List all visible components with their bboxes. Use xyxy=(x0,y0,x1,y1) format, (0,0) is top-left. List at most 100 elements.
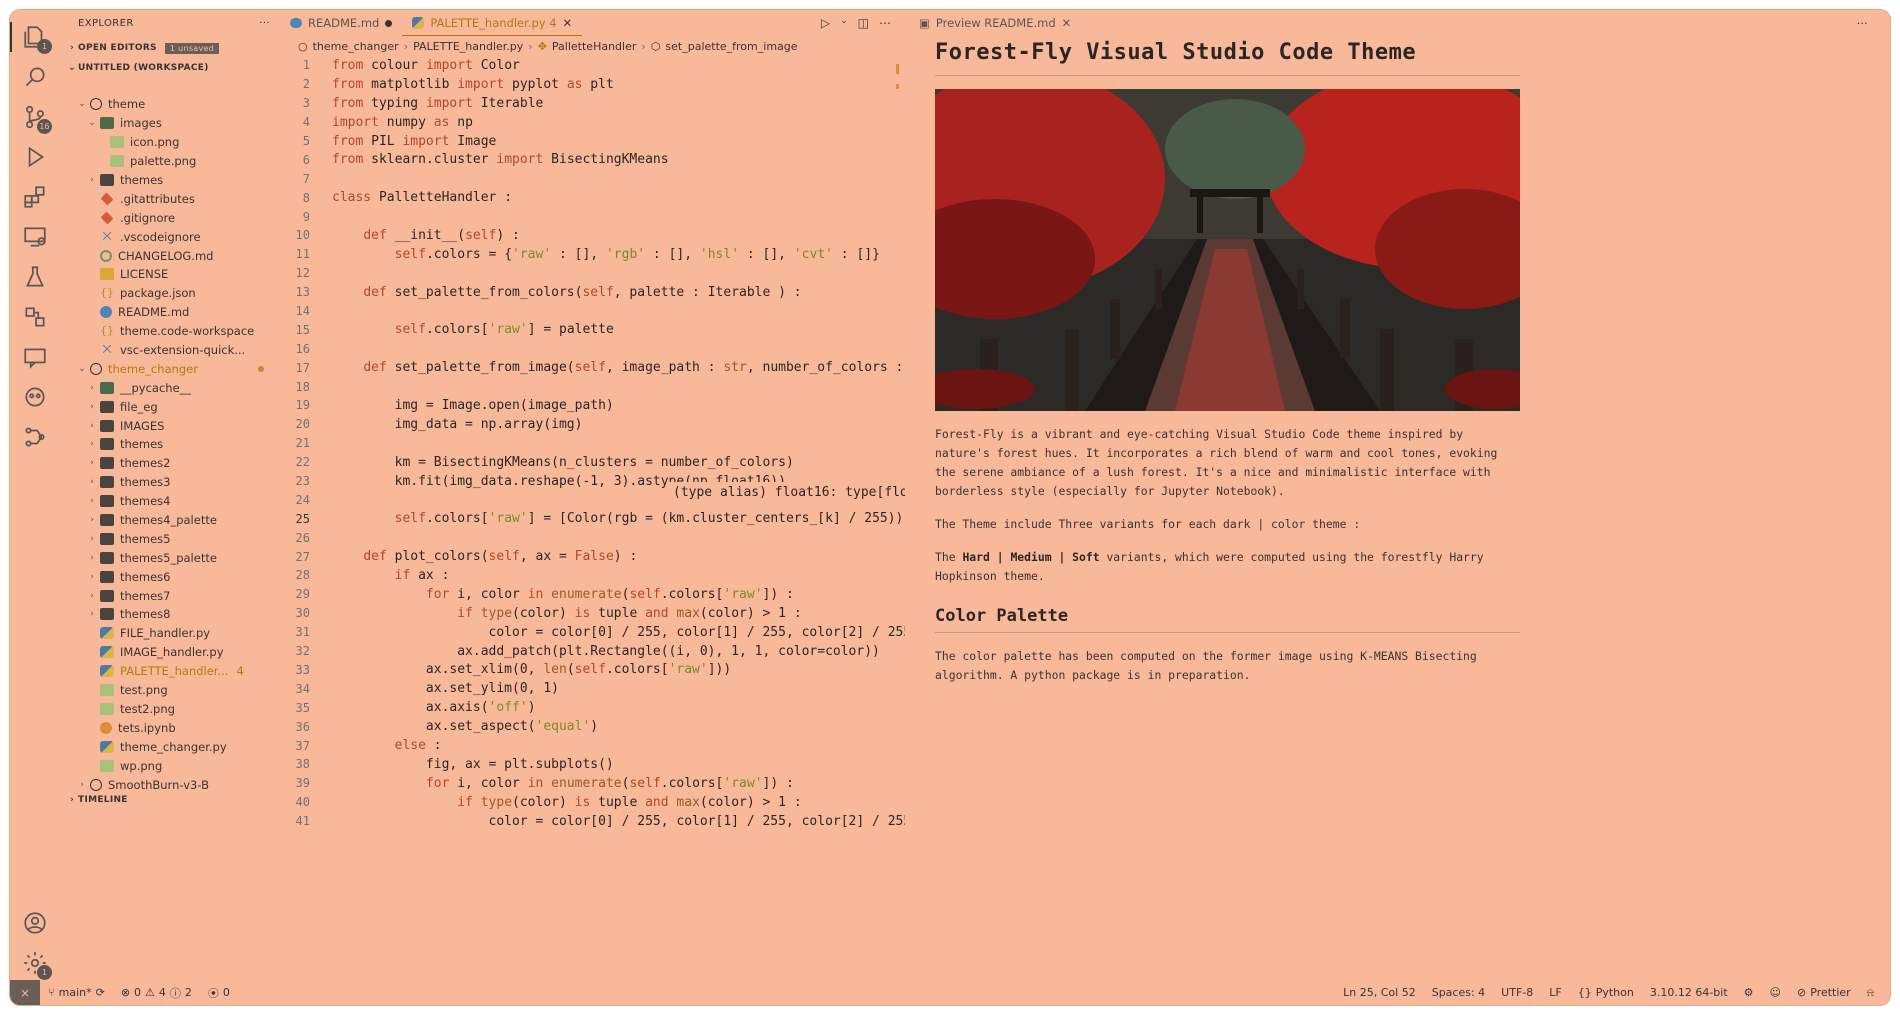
tree-item[interactable]: LICENSE xyxy=(60,265,280,284)
split-editor-icon[interactable]: ◫ xyxy=(858,16,869,30)
code-line[interactable]: 10 def __init__(self) : xyxy=(280,226,905,245)
chevron-right-icon[interactable]: › xyxy=(86,534,98,544)
more-actions-icon[interactable]: ⋯ xyxy=(1857,16,1891,30)
tree-item[interactable]: › themes4 xyxy=(60,492,280,511)
cursor-position[interactable]: Ln 25, Col 52 xyxy=(1335,986,1424,999)
code-line[interactable]: 11 self.colors = {'raw' : [], 'rgb' : []… xyxy=(280,245,905,264)
branch-status[interactable]: ⑂ main* ⟳ xyxy=(40,986,113,999)
interpreter-status[interactable]: 3.10.12 64-bit xyxy=(1642,986,1736,999)
chevron-down-icon[interactable]: ⌄ xyxy=(76,99,88,109)
chevron-right-icon[interactable]: › xyxy=(86,609,98,619)
tree-item[interactable]: › themes3 xyxy=(60,473,280,492)
more-actions-icon[interactable]: ⋯ xyxy=(879,16,891,30)
code-line[interactable]: 21 xyxy=(280,434,905,453)
close-icon[interactable]: ✕ xyxy=(1062,16,1072,30)
breadcrumb-item[interactable]: PalletteHandler xyxy=(552,40,636,53)
chevron-right-icon[interactable]: › xyxy=(86,175,98,185)
code-line[interactable]: 13 def set_palette_from_colors(self, pal… xyxy=(280,283,905,302)
chevron-right-icon[interactable]: › xyxy=(86,458,98,468)
tree-item[interactable]: IMAGE_handler.py xyxy=(60,643,280,662)
code-line[interactable]: 8 class PalletteHandler : xyxy=(280,188,905,207)
code-line[interactable]: 25 self.colors['raw'] = [Color(rgb = (km… xyxy=(280,509,905,528)
copilot-icon[interactable] xyxy=(20,382,50,412)
tab-readme[interactable]: README.md xyxy=(280,10,402,36)
testing-icon[interactable] xyxy=(20,262,50,292)
code-line[interactable]: 30 if type(color) is tuple and max(color… xyxy=(280,604,905,623)
code-line[interactable]: 40 if type(color) is tuple and max(color… xyxy=(280,793,905,812)
code-line[interactable]: 12 xyxy=(280,264,905,283)
chevron-down-icon[interactable]: ⌄ xyxy=(86,118,98,128)
tree-item[interactable]: › themes8 xyxy=(60,605,280,624)
prettier-status[interactable]: ⊘ Prettier xyxy=(1789,986,1859,999)
tree-item[interactable]: › themes7 xyxy=(60,586,280,605)
code-line[interactable]: 17 def set_palette_from_image(self, imag… xyxy=(280,358,905,377)
containers-icon[interactable] xyxy=(20,302,50,332)
code-line[interactable]: 14 xyxy=(280,302,905,321)
open-editors-section[interactable]: › OPEN EDITORS 1 unsaved xyxy=(60,38,280,58)
account-icon[interactable] xyxy=(20,908,50,938)
tree-item[interactable]: ⨉ .vscodeignore xyxy=(60,227,280,246)
tab-preview-readme[interactable]: ▣ Preview README.md ✕ xyxy=(913,16,1077,30)
tree-item[interactable]: tets.ipynb xyxy=(60,718,280,737)
tree-item[interactable]: › themes5 xyxy=(60,529,280,548)
code-editor[interactable]: 1 from colour import Color 2 from matplotli… xyxy=(280,56,905,980)
code-line[interactable]: 3 from typing import Iterable xyxy=(280,94,905,113)
git-graph-icon[interactable] xyxy=(20,422,50,452)
tree-item[interactable]: {} package.json xyxy=(60,284,280,303)
chevron-down-icon[interactable]: ⌄ xyxy=(840,16,848,30)
code-line[interactable]: 34 ax.set_ylim(0, 1) xyxy=(280,679,905,698)
chevron-right-icon[interactable]: › xyxy=(86,553,98,563)
code-line[interactable]: 2 from matplotlib import pyplot as plt xyxy=(280,75,905,94)
tree-item[interactable]: › __pycache__ xyxy=(60,378,280,397)
tree-item[interactable]: test.png xyxy=(60,681,280,700)
tree-item[interactable]: › IMAGES xyxy=(60,416,280,435)
search-icon[interactable] xyxy=(20,62,50,92)
chevron-right-icon[interactable]: › xyxy=(86,591,98,601)
problems-status[interactable]: ⊗ 0 ⚠ 4 ⓘ 2 xyxy=(113,985,200,1001)
code-line[interactable]: 7 xyxy=(280,169,905,188)
tree-item[interactable]: › themes6 xyxy=(60,567,280,586)
chevron-right-icon[interactable]: › xyxy=(86,515,98,525)
code-line[interactable]: 15 self.colors['raw'] = palette xyxy=(280,320,905,339)
chevron-right-icon[interactable]: › xyxy=(86,421,98,431)
tree-item[interactable]: theme_changer.py xyxy=(60,737,280,756)
tree-item[interactable]: {} theme.code-workspace xyxy=(60,322,280,341)
tree-item[interactable]: ⌄ theme xyxy=(60,95,280,114)
tree-item[interactable]: ⌄ theme_changer xyxy=(60,359,280,378)
chevron-down-icon[interactable]: ⌄ xyxy=(76,364,88,374)
tree-item[interactable]: wp.png xyxy=(60,756,280,775)
breadcrumb-item[interactable]: PALETTE_handler.py xyxy=(413,40,523,53)
copilot-face-icon[interactable]: ☺ xyxy=(1762,986,1789,999)
tree-item[interactable]: PALETTE_handler... 4 xyxy=(60,662,280,681)
ports-status[interactable]: ⦿ 0 xyxy=(200,985,238,1001)
code-line[interactable]: 1 from colour import Color xyxy=(280,56,905,75)
code-line[interactable]: 36 ax.set_aspect('equal') xyxy=(280,717,905,736)
breadcrumb-item[interactable]: set_palette_from_image xyxy=(665,40,797,53)
indentation-status[interactable]: Spaces: 4 xyxy=(1424,986,1493,999)
chevron-right-icon[interactable]: › xyxy=(86,439,98,449)
chevron-right-icon[interactable]: › xyxy=(86,572,98,582)
tree-item[interactable]: FILE_handler.py xyxy=(60,624,280,643)
code-line[interactable]: 39 for i, color in enumerate(self.colors… xyxy=(280,774,905,793)
settings-gear-icon[interactable]: 1 xyxy=(20,948,52,980)
close-icon[interactable]: ✕ xyxy=(563,16,573,30)
code-line[interactable]: 5 from PIL import Image xyxy=(280,132,905,151)
copilot-status-icon[interactable]: ⚙ xyxy=(1736,986,1762,999)
tree-item[interactable]: .gitignore xyxy=(60,208,280,227)
tree-item[interactable]: › themes xyxy=(60,171,280,190)
encoding-status[interactable]: UTF-8 xyxy=(1493,986,1541,999)
code-line[interactable]: 27 def plot_colors(self, ax = False) : xyxy=(280,547,905,566)
chevron-right-icon[interactable]: › xyxy=(86,477,98,487)
code-line[interactable]: 35 ax.axis('off') xyxy=(280,698,905,717)
code-line[interactable]: 9 xyxy=(280,207,905,226)
workspace-section[interactable]: ⌄ UNTITLED (WORKSPACE) xyxy=(60,58,280,78)
code-line[interactable]: 41 color = color[0] / 255, color[1] / 25… xyxy=(280,812,905,831)
tree-item[interactable]: .gitattributes xyxy=(60,189,280,208)
code-line[interactable]: 28 if ax : xyxy=(280,566,905,585)
comments-icon[interactable] xyxy=(20,342,50,372)
tree-item[interactable]: test2.png xyxy=(60,700,280,719)
code-line[interactable]: 4 import numpy as np xyxy=(280,113,905,132)
code-line[interactable]: 22 km = BisectingKMeans(n_clusters = num… xyxy=(280,453,905,472)
tree-item[interactable]: ⌄ images xyxy=(60,114,280,133)
tree-item[interactable]: › themes xyxy=(60,435,280,454)
